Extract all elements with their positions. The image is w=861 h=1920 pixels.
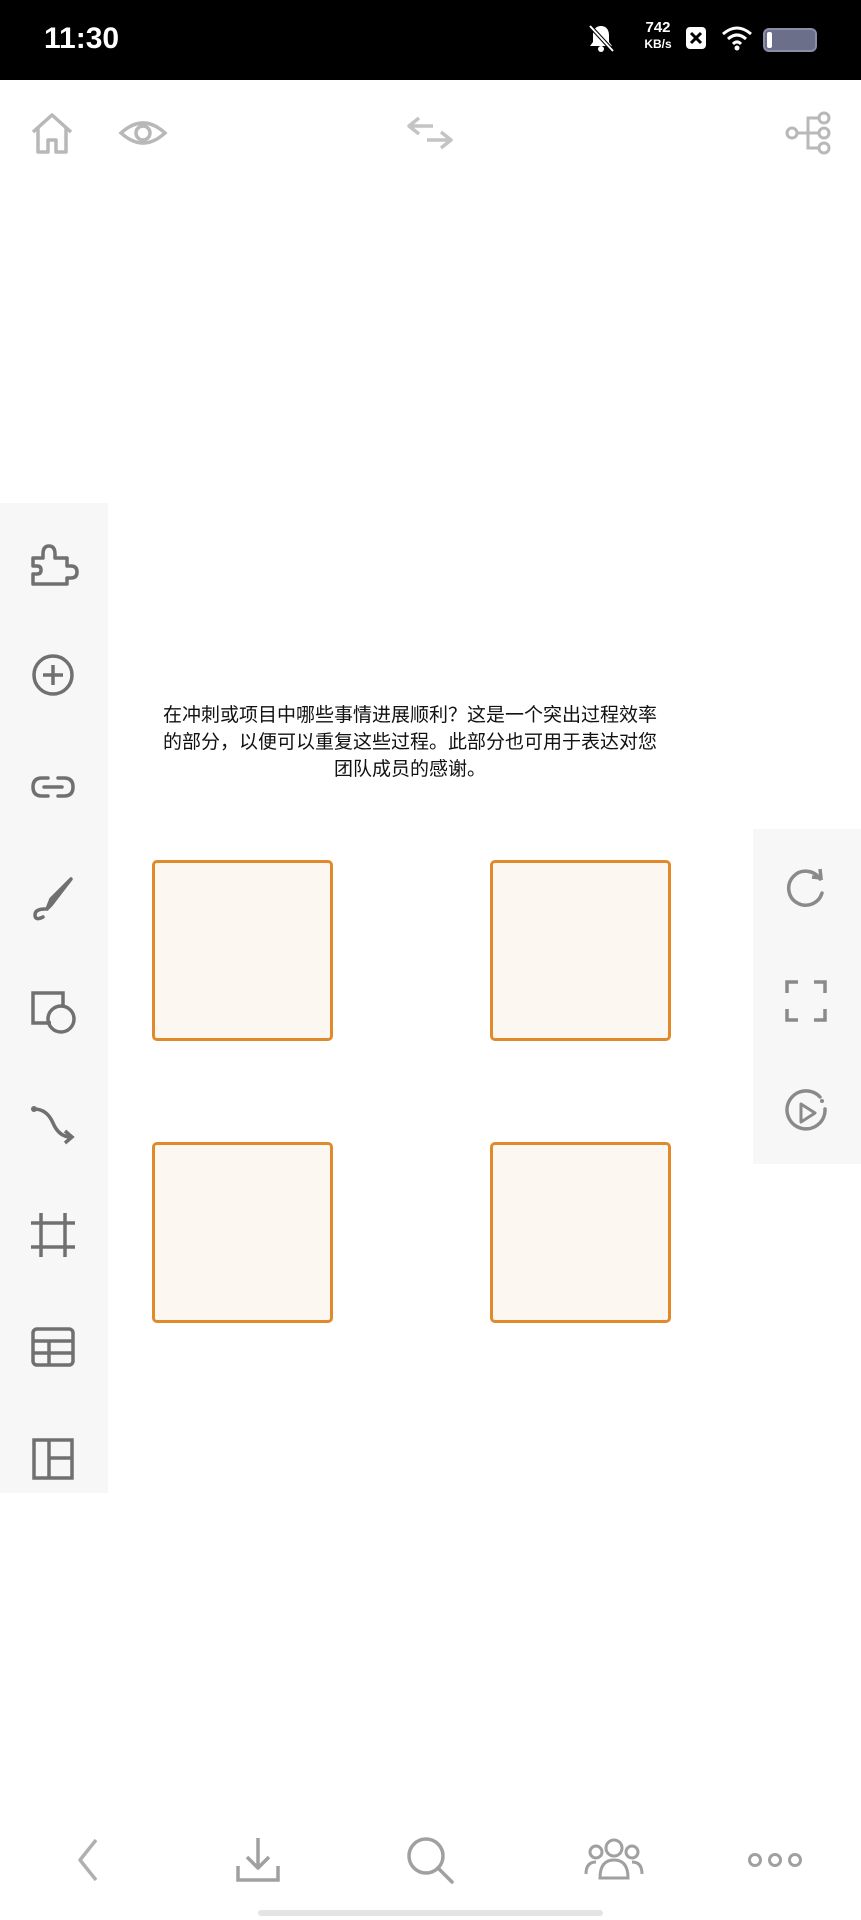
refresh-button[interactable] — [780, 863, 832, 915]
frame-icon — [27, 1209, 79, 1261]
draw-button[interactable] — [27, 873, 79, 925]
plugin-puzzle-icon — [27, 538, 79, 590]
home-icon — [27, 108, 77, 158]
more-dots-icon — [745, 1830, 805, 1890]
search-icon — [400, 1830, 460, 1890]
back-chevron-icon — [58, 1830, 118, 1890]
sticky-note[interactable] — [152, 860, 333, 1041]
battery-icon — [763, 28, 819, 52]
sticky-note[interactable] — [152, 1142, 333, 1323]
swap-arrows-icon — [405, 108, 455, 158]
connector-curve-icon — [27, 1097, 79, 1149]
canvas-prompt-text[interactable]: 在冲刺或项目中哪些事情进展顺利？这是一个突出过程效率的部分，以便可以重复这些过程… — [160, 702, 660, 783]
back-button[interactable] — [58, 1830, 118, 1890]
right-toolbar — [753, 829, 861, 1164]
table-icon — [27, 1321, 79, 1373]
sticky-note[interactable] — [490, 860, 671, 1041]
sticky-note[interactable] — [490, 1142, 671, 1323]
status-bar: 11:30 742 KB/s — [0, 0, 861, 80]
fullscreen-button[interactable] — [780, 975, 832, 1027]
table-button[interactable] — [27, 1321, 79, 1373]
frame-button[interactable] — [27, 1209, 79, 1261]
download-button[interactable] — [228, 1830, 288, 1890]
shape-icon — [27, 985, 79, 1037]
status-time: 11:30 — [44, 22, 120, 55]
preview-eye-icon — [118, 108, 168, 158]
mind-map-structure-icon — [784, 108, 834, 158]
link-button[interactable] — [27, 761, 79, 813]
home-indicator[interactable] — [258, 1910, 603, 1916]
bottom-toolbar — [0, 1800, 861, 1920]
download-icon — [228, 1830, 288, 1890]
structure-button[interactable] — [784, 108, 834, 158]
pen-draw-icon — [27, 873, 79, 925]
more-button[interactable] — [745, 1830, 805, 1890]
collaborators-button[interactable] — [584, 1830, 644, 1890]
add-button[interactable] — [27, 649, 79, 701]
wifi-icon — [721, 24, 753, 52]
presentation-play-icon — [780, 1087, 832, 1139]
top-toolbar — [0, 80, 861, 180]
plugin-button[interactable] — [27, 538, 79, 590]
network-speed-value: 742 — [645, 19, 671, 36]
collaborators-icon — [584, 1830, 644, 1890]
refresh-icon — [780, 863, 832, 915]
network-speed: 742 KB/s — [636, 20, 680, 52]
home-button[interactable] — [27, 108, 77, 158]
network-speed-unit: KB/s — [644, 37, 672, 51]
shape-button[interactable] — [27, 985, 79, 1037]
app-notification-icon — [685, 26, 707, 50]
fullscreen-icon — [780, 975, 832, 1027]
layout-button[interactable] — [27, 1433, 79, 1485]
left-toolbar — [0, 503, 108, 1493]
search-button[interactable] — [400, 1830, 460, 1890]
swap-button[interactable] — [405, 108, 455, 158]
link-icon — [27, 761, 79, 813]
layout-icon — [27, 1433, 79, 1485]
add-circle-icon — [27, 649, 79, 701]
present-button[interactable] — [780, 1087, 832, 1139]
connector-button[interactable] — [27, 1097, 79, 1149]
mute-bell-icon — [586, 22, 616, 54]
preview-button[interactable] — [118, 108, 168, 158]
